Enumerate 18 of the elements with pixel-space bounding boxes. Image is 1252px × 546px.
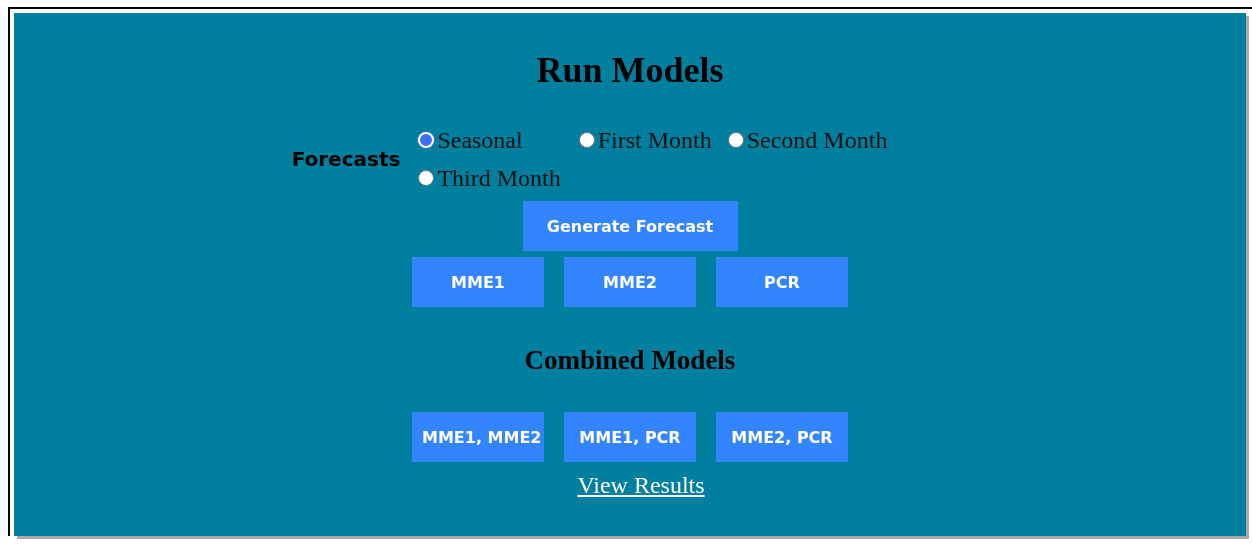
combined-model-button[interactable]: MME1, MME2 [412, 412, 544, 462]
model-button[interactable]: MME1 [412, 257, 544, 307]
radio-button[interactable] [418, 170, 435, 186]
combined-model-button[interactable]: MME1, PCR [564, 412, 696, 462]
radio-label[interactable]: Third Month [437, 164, 561, 192]
page-title: Run Models [536, 49, 724, 91]
radio-label[interactable]: First Month [597, 126, 712, 154]
combined-model-button[interactable]: MME2, PCR [716, 412, 848, 462]
radio-label[interactable]: Seasonal [437, 126, 523, 154]
section-heading: Combined Models [524, 345, 736, 376]
view-results-link[interactable]: View Results [577, 472, 705, 499]
radio-button[interactable] [727, 132, 744, 148]
forecasts-label: Forecasts [291, 147, 401, 171]
model-button[interactable]: MME2 [564, 257, 696, 307]
model-button[interactable]: PCR [716, 257, 848, 307]
generate-forecast-button[interactable]: Generate Forecast [522, 201, 738, 251]
radio-label[interactable]: Second Month [746, 126, 888, 154]
radio-button[interactable] [578, 132, 595, 148]
